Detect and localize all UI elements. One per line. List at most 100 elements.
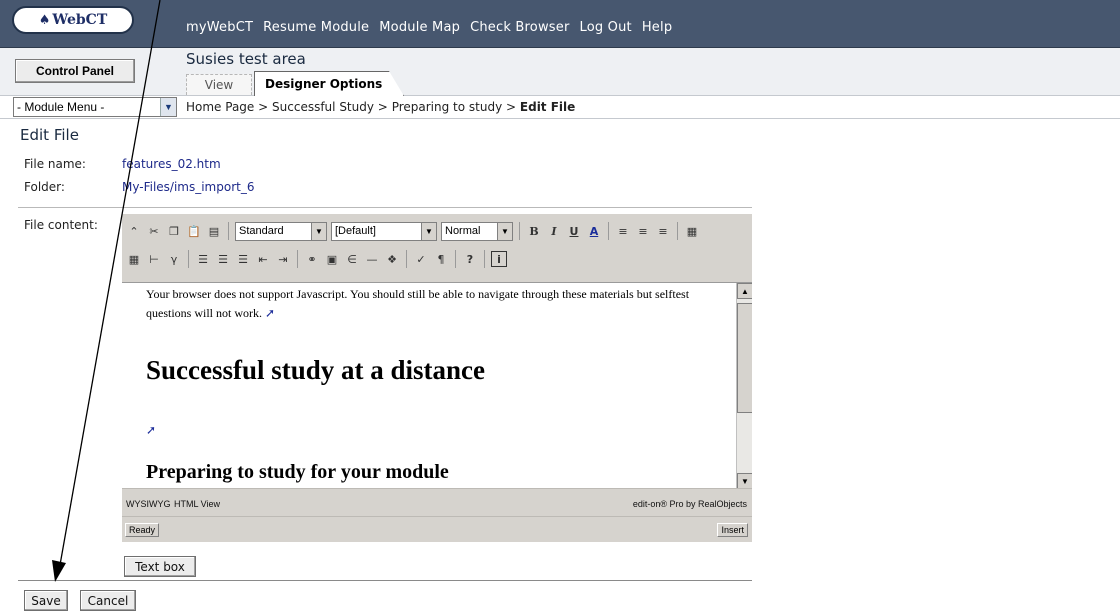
- nav-help[interactable]: Help: [642, 20, 672, 35]
- spellcheck-icon[interactable]: ✓: [413, 251, 429, 267]
- font-select[interactable]: [Default] ▼: [331, 221, 437, 241]
- breadcrumb-preparing[interactable]: Preparing to study: [392, 100, 503, 114]
- breadcrumb-separator: >: [377, 100, 388, 114]
- cancel-button[interactable]: Cancel: [80, 590, 136, 611]
- javascript-notice-text: Your browser does not support Javascript…: [146, 287, 690, 320]
- list-icon[interactable]: ☰: [235, 251, 251, 267]
- editor-mode-bar: WYSIWYG HTML View edit-on® Pro by RealOb…: [122, 488, 752, 516]
- font-size-value: Normal: [445, 225, 481, 237]
- tab-html-view[interactable]: HTML View: [174, 499, 220, 509]
- breadcrumb-home[interactable]: Home Page: [186, 100, 254, 114]
- editor-toolbar: ⌃ ✂ ❐ 📋 ▤ Standard ▼ [Default] ▼ Normal …: [122, 214, 752, 282]
- chevron-down-icon[interactable]: ▼: [497, 222, 512, 240]
- help-icon[interactable]: ?: [462, 251, 478, 267]
- nav-resume-module[interactable]: Resume Module: [263, 20, 369, 35]
- toolbar-row-2: ▦ ⊢ γ ☰ ☰ ☰ ⇤ ⇥ ⚭ ▣ ∈ — ❖ ✓ ¶ ? i: [126, 248, 507, 270]
- nav-log-out[interactable]: Log Out: [580, 20, 632, 35]
- text-color-icon[interactable]: A: [586, 223, 602, 239]
- annotation-arrowhead: [52, 560, 66, 582]
- underline-icon[interactable]: U: [566, 223, 582, 239]
- scroll-thumb[interactable]: [737, 303, 752, 413]
- anchor-icon[interactable]: ➚: [265, 304, 275, 323]
- folder-label: Folder:: [24, 180, 65, 194]
- paragraph-marks-icon[interactable]: ¶: [433, 251, 449, 267]
- breadcrumb: Home Page > Successful Study > Preparing…: [186, 100, 575, 114]
- link-icon[interactable]: ⚭: [304, 251, 320, 267]
- folder-value: My-Files/ims_import_6: [122, 180, 255, 194]
- bold-icon[interactable]: B: [526, 223, 542, 239]
- logo-text: WebCT: [52, 12, 108, 28]
- sub-header: [0, 48, 1120, 96]
- text-box-button[interactable]: Text box: [124, 556, 196, 577]
- nav-mywebct[interactable]: myWebCT: [186, 20, 253, 35]
- separator: [677, 222, 678, 240]
- editor-document: Your browser does not support Javascript…: [146, 285, 726, 483]
- font-value: [Default]: [335, 225, 376, 237]
- image-icon[interactable]: ▣: [324, 251, 340, 267]
- align-right-icon[interactable]: ≡: [655, 223, 671, 239]
- wysiwyg-editor: ⌃ ✂ ❐ 📋 ▤ Standard ▼ [Default] ▼ Normal …: [122, 214, 752, 542]
- separator: [188, 250, 189, 268]
- page-title: Edit File: [20, 126, 79, 144]
- align-left-icon[interactable]: ≡: [615, 223, 631, 239]
- separator: [608, 222, 609, 240]
- divider: [18, 580, 752, 581]
- editor-content-area[interactable]: Your browser does not support Javascript…: [122, 282, 752, 488]
- object-icon[interactable]: ❖: [384, 251, 400, 267]
- breadcrumb-separator: >: [506, 100, 517, 114]
- separator: [519, 222, 520, 240]
- italic-icon[interactable]: I: [546, 223, 562, 239]
- align-center-icon[interactable]: ≡: [635, 223, 651, 239]
- paste-icon[interactable]: 📋: [186, 223, 202, 239]
- tab-view[interactable]: View: [186, 74, 252, 95]
- chevron-down-icon[interactable]: ▼: [311, 222, 326, 240]
- table-props-icon[interactable]: ▦: [126, 251, 142, 267]
- breadcrumb-successful-study[interactable]: Successful Study: [272, 100, 374, 114]
- scroll-down-icon[interactable]: ▼: [737, 473, 752, 488]
- file-content-label: File content:: [24, 218, 98, 232]
- separator: [484, 250, 485, 268]
- split-cells-icon[interactable]: ⊢: [146, 251, 162, 267]
- table-icon[interactable]: ▦: [684, 223, 700, 239]
- editor-scrollbar[interactable]: ▲ ▼: [736, 283, 752, 488]
- module-menu-select[interactable]: - Module Menu - ▼: [13, 97, 177, 117]
- status-insert: Insert: [717, 523, 748, 537]
- paste-text-icon[interactable]: ▤: [206, 223, 222, 239]
- separator: [455, 250, 456, 268]
- anchor-icon[interactable]: ➚: [146, 423, 156, 438]
- indent-icon[interactable]: ⇥: [275, 251, 291, 267]
- paragraph-style-select[interactable]: Standard ▼: [235, 221, 327, 241]
- info-icon[interactable]: i: [491, 251, 507, 267]
- nav-check-browser[interactable]: Check Browser: [470, 20, 569, 35]
- tab-designer-options[interactable]: Designer Options: [254, 71, 404, 96]
- horizontal-rule-icon[interactable]: —: [364, 251, 380, 267]
- control-panel-button[interactable]: Control Panel: [15, 59, 135, 83]
- toolbar-row-1: ⌃ ✂ ❐ 📋 ▤ Standard ▼ [Default] ▼ Normal …: [126, 220, 700, 242]
- status-ready: Ready: [125, 523, 160, 537]
- nav-module-map[interactable]: Module Map: [379, 20, 460, 35]
- merge-cells-icon[interactable]: γ: [166, 251, 182, 267]
- editor-status-bar: Ready Insert: [122, 516, 752, 542]
- cut-icon[interactable]: ✂: [146, 223, 162, 239]
- save-button[interactable]: Save: [24, 590, 68, 611]
- chevron-down-icon[interactable]: ▼: [160, 98, 176, 116]
- webct-figure-icon: ♠: [38, 12, 51, 28]
- tab-wysiwyg[interactable]: WYSIWYG: [126, 499, 171, 509]
- paragraph-style-value: Standard: [239, 225, 284, 237]
- bulleted-list-icon[interactable]: ☰: [195, 251, 211, 267]
- webct-logo[interactable]: ♠ WebCT: [12, 6, 134, 34]
- breadcrumb-separator: >: [258, 100, 269, 114]
- attachment-icon[interactable]: ∈: [344, 251, 360, 267]
- chevron-down-icon[interactable]: ▼: [421, 222, 436, 240]
- collapse-icon[interactable]: ⌃: [126, 223, 142, 239]
- javascript-notice: Your browser does not support Javascript…: [146, 285, 726, 323]
- outdent-icon[interactable]: ⇤: [255, 251, 271, 267]
- separator: [406, 250, 407, 268]
- top-nav: myWebCT Resume Module Module Map Check B…: [186, 20, 672, 35]
- separator: [228, 222, 229, 240]
- scroll-up-icon[interactable]: ▲: [737, 283, 752, 299]
- copy-icon[interactable]: ❐: [166, 223, 182, 239]
- content-heading-1: Successful study at a distance: [146, 355, 486, 385]
- numbered-list-icon[interactable]: ☰: [215, 251, 231, 267]
- font-size-select[interactable]: Normal ▼: [441, 221, 513, 241]
